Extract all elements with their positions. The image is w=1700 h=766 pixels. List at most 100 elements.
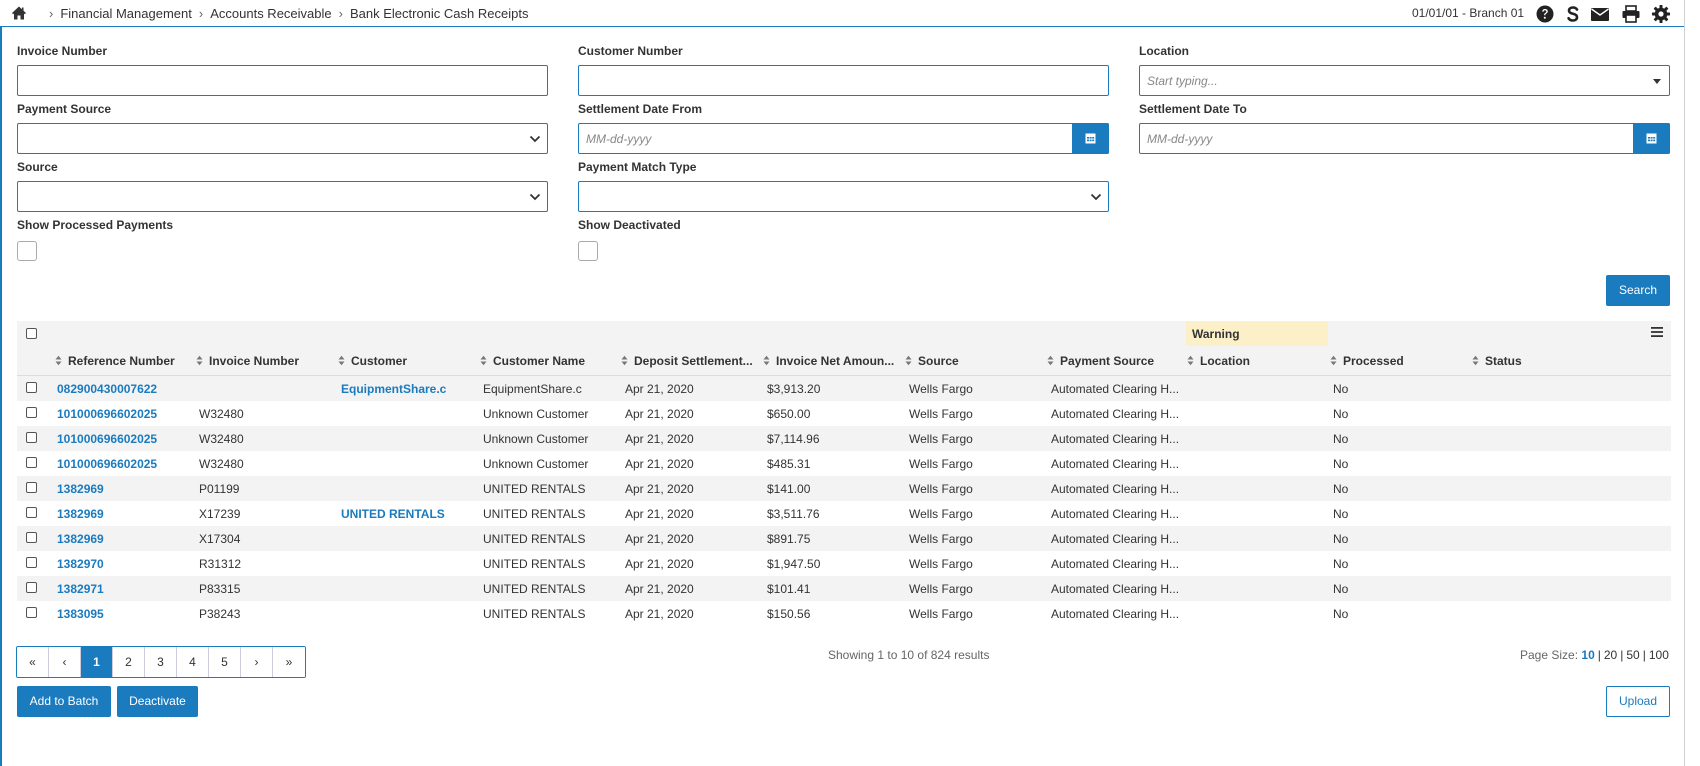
column-header-0[interactable]: Reference Number — [55, 354, 175, 368]
sort-icon[interactable] — [480, 355, 487, 366]
row-checkbox[interactable] — [26, 507, 37, 518]
invoice-number-field[interactable] — [18, 66, 547, 95]
column-header-3[interactable]: Customer Name — [480, 354, 585, 368]
row-checkbox[interactable] — [26, 482, 37, 493]
table-row[interactable]: 101000696602025 W32480 Unknown Customer Apr… — [17, 426, 1671, 451]
page-first-button[interactable]: « — [17, 647, 49, 677]
cell-ref[interactable]: 1382969 — [57, 532, 104, 546]
page-2-button[interactable]: 2 — [113, 647, 145, 677]
show-processed-payments-checkbox[interactable] — [17, 241, 37, 261]
cell-ref[interactable]: 1382969 — [57, 507, 104, 521]
row-checkbox[interactable] — [26, 382, 37, 393]
breadcrumb-item-accounts-receivable[interactable]: Accounts Receivable — [210, 6, 331, 21]
page-4-button[interactable]: 4 — [177, 647, 209, 677]
add-to-batch-button[interactable]: Add to Batch — [17, 686, 111, 717]
cell-customer[interactable]: UNITED RENTALS — [341, 507, 445, 521]
page-1-button[interactable]: 1 — [81, 647, 113, 677]
column-header-1[interactable]: Invoice Number — [196, 354, 299, 368]
table-row[interactable]: 1382969 X17304 UNITED RENTALS Apr 21, 2020 $… — [17, 526, 1671, 551]
settlement-date-from-field[interactable] — [579, 124, 1108, 153]
sort-icon[interactable] — [55, 355, 62, 366]
table-row[interactable]: 101000696602025 W32480 Unknown Customer Apr… — [17, 401, 1671, 426]
settlement-date-to-input[interactable] — [1139, 123, 1670, 154]
page-size-50[interactable]: 50 — [1626, 648, 1639, 662]
sort-icon[interactable] — [1472, 355, 1479, 366]
cell-ref[interactable]: 1382971 — [57, 582, 104, 596]
chevron-down-icon[interactable] — [529, 192, 541, 202]
page-size-100[interactable]: 100 — [1649, 648, 1669, 662]
column-header-7[interactable]: Payment Source — [1047, 354, 1154, 368]
sort-icon[interactable] — [196, 355, 203, 366]
table-row[interactable]: 1382971 P83315 UNITED RENTALS Apr 21, 2020 $… — [17, 576, 1671, 601]
table-row[interactable]: 1383095 P38243 UNITED RENTALS Apr 21, 2020 $… — [17, 601, 1671, 626]
cell-ref[interactable]: 101000696602025 — [57, 432, 157, 446]
sort-icon[interactable] — [905, 355, 912, 366]
row-checkbox[interactable] — [26, 607, 37, 618]
table-row[interactable]: 082900430007622 EquipmentShare.c Equipment… — [17, 376, 1671, 401]
row-checkbox[interactable] — [26, 432, 37, 443]
breadcrumb-item-financial-management[interactable]: Financial Management — [60, 6, 192, 21]
search-button[interactable]: Search — [1606, 275, 1670, 306]
column-header-9[interactable]: Processed — [1330, 354, 1404, 368]
dollar-s-icon[interactable] — [1563, 4, 1583, 24]
table-row[interactable]: 1382969 X17239 UNITED RENTALS UNITED RENTAL… — [17, 501, 1671, 526]
column-header-10[interactable]: Status — [1472, 354, 1522, 368]
deactivate-button[interactable]: Deactivate — [117, 686, 198, 717]
chevron-down-icon[interactable] — [529, 134, 541, 144]
cell-ref[interactable]: 101000696602025 — [57, 407, 157, 421]
settlement-date-from-input[interactable] — [578, 123, 1109, 154]
customer-number-field[interactable] — [579, 66, 1108, 95]
row-checkbox[interactable] — [26, 557, 37, 568]
column-header-8[interactable]: Location — [1187, 354, 1250, 368]
page-last-button[interactable]: » — [273, 647, 305, 677]
source-select[interactable] — [17, 181, 548, 212]
cell-ref[interactable]: 101000696602025 — [57, 457, 157, 471]
help-icon[interactable] — [1535, 4, 1555, 24]
page-prev-button[interactable]: ‹ — [49, 647, 81, 677]
upload-button[interactable]: Upload — [1606, 686, 1670, 717]
page-size-10[interactable]: 10 — [1581, 648, 1594, 662]
table-row[interactable]: 1382970 R31312 UNITED RENTALS Apr 21, 2020 $… — [17, 551, 1671, 576]
sort-icon[interactable] — [338, 355, 345, 366]
cell-ref[interactable]: 1382969 — [57, 482, 104, 496]
location-field[interactable] — [1140, 66, 1669, 95]
gear-icon[interactable] — [1651, 4, 1671, 24]
cell-customer[interactable]: EquipmentShare.c — [341, 382, 446, 396]
location-combobox[interactable] — [1139, 65, 1670, 96]
page-5-button[interactable]: 5 — [209, 647, 241, 677]
payment-match-type-select[interactable] — [578, 181, 1109, 212]
cell-ref[interactable]: 1382970 — [57, 557, 104, 571]
settlement-date-to-calendar-button[interactable] — [1633, 123, 1670, 154]
customer-number-input[interactable] — [578, 65, 1109, 96]
sort-icon[interactable] — [763, 355, 770, 366]
branch-label[interactable]: 01/01/01 - Branch 01 — [1412, 6, 1524, 20]
sort-icon[interactable] — [621, 355, 628, 366]
row-checkbox[interactable] — [26, 457, 37, 468]
page-size-20[interactable]: 20 — [1604, 648, 1617, 662]
column-header-6[interactable]: Source — [905, 354, 959, 368]
sort-icon[interactable] — [1047, 355, 1054, 366]
table-row[interactable]: 101000696602025 W32480 Unknown Customer Apr… — [17, 451, 1671, 476]
column-header-4[interactable]: Deposit Settlement... — [621, 354, 753, 368]
row-checkbox[interactable] — [26, 532, 37, 543]
caret-down-icon[interactable] — [1653, 79, 1661, 84]
settlement-date-to-field[interactable] — [1140, 124, 1669, 153]
cell-ref[interactable]: 1383095 — [57, 607, 104, 621]
sort-icon[interactable] — [1187, 355, 1194, 366]
row-checkbox[interactable] — [26, 582, 37, 593]
column-header-2[interactable]: Customer — [338, 354, 407, 368]
select-all-checkbox[interactable] — [26, 328, 37, 339]
page-3-button[interactable]: 3 — [145, 647, 177, 677]
mail-icon[interactable] — [1590, 4, 1610, 24]
payment-source-select[interactable] — [17, 123, 548, 154]
invoice-number-input[interactable] — [17, 65, 548, 96]
page-next-button[interactable]: › — [241, 647, 273, 677]
column-header-5[interactable]: Invoice Net Amoun... — [763, 354, 894, 368]
show-deactivated-checkbox[interactable] — [578, 241, 598, 261]
column-menu-icon[interactable] — [1650, 326, 1664, 338]
chevron-down-icon[interactable] — [1090, 192, 1102, 202]
home-icon[interactable] — [11, 5, 27, 21]
row-checkbox[interactable] — [26, 407, 37, 418]
settlement-date-from-calendar-button[interactable] — [1072, 123, 1109, 154]
table-row[interactable]: 1382969 P01199 UNITED RENTALS Apr 21, 2020 $… — [17, 476, 1671, 501]
